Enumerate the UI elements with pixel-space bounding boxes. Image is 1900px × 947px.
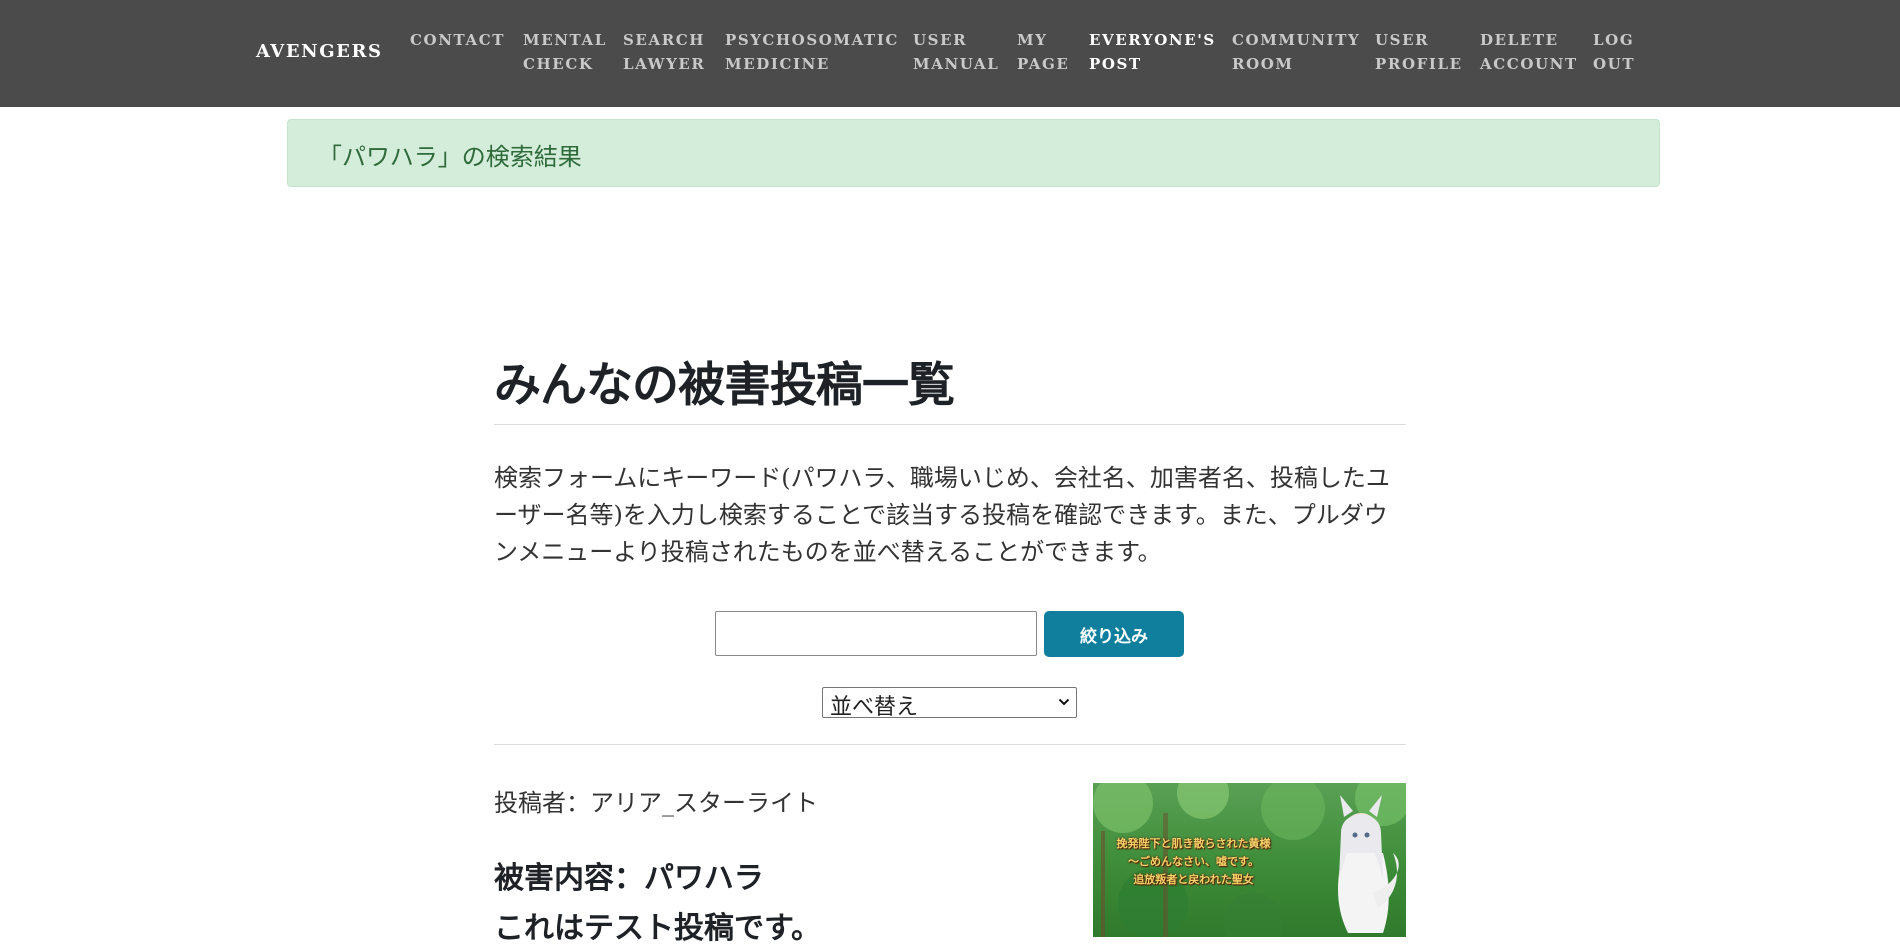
nav-item-label: LAWYER: [623, 55, 706, 73]
nav-item-label: PSYCHOSOMATIC: [725, 31, 899, 49]
post-author-name[interactable]: アリア_スターライト: [590, 789, 818, 817]
thumbnail-caption: 挽発陛下と肌き散らされた黄様 〜ごめんなさい、嘘です。 追放叛者と戻われた聖女: [1101, 835, 1286, 889]
sort-selected-value: 並べ替え: [830, 695, 919, 720]
nav-item-user-manual[interactable]: USER MANUAL: [913, 28, 999, 76]
nav-item-mental-check[interactable]: MENTAL CHECK: [523, 28, 607, 76]
post-thumbnail[interactable]: 挽発陛下と肌き散らされた黄様 〜ごめんなさい、嘘です。 追放叛者と戻われた聖女: [1093, 783, 1406, 937]
nav-item-delete-account[interactable]: DELETE ACCOUNT: [1480, 28, 1578, 76]
nav-item-label: PAGE: [1017, 55, 1070, 73]
search-result-text: 「パワハラ」の検索結果: [318, 143, 582, 171]
nav-item-label: CONTACT: [410, 31, 505, 49]
thumbnail-caption-line: 挽発陛下と肌き散らされた黄様: [1116, 837, 1271, 850]
brand-logo-link[interactable]: AVENGERS: [256, 41, 383, 62]
nav-item-label: MANUAL: [913, 55, 1000, 73]
nav-item-label: LOG: [1593, 31, 1635, 49]
nav-item-label: CHECK: [523, 55, 594, 73]
nav-item-label: USER: [913, 31, 968, 49]
nav-item-label: OUT: [1593, 55, 1636, 73]
post-damage-value: パワハラ: [644, 861, 764, 896]
nav-item-psychosomatic-medicine[interactable]: PSYCHOSOMATIC MEDICINE: [725, 28, 899, 76]
nav-item-label: EVERYONE'S: [1089, 31, 1216, 49]
nav-item-label: ROOM: [1232, 55, 1294, 73]
nav-item-label: MEDICINE: [725, 55, 830, 73]
nav-item-user-profile[interactable]: USER PROFILE: [1375, 28, 1463, 76]
thumbnail-caption-line: 〜ごめんなさい、嘘です。: [1128, 855, 1259, 868]
post-damage-label: 被害内容：: [494, 861, 644, 896]
nav-item-label: MENTAL: [523, 31, 607, 49]
nav-item-label: PROFILE: [1375, 55, 1463, 73]
nav-item-everyones-post[interactable]: EVERYONE'S POST: [1089, 28, 1216, 76]
post-damage-type: 被害内容：パワハラ: [494, 853, 764, 897]
nav-item-community-room[interactable]: COMMUNITY ROOM: [1232, 28, 1360, 76]
nav-item-label: ACCOUNT: [1480, 55, 1578, 73]
post-author-label: 投稿者：: [494, 789, 590, 817]
filter-button[interactable]: 絞り込み: [1044, 611, 1184, 657]
post-body: これはテスト投稿です。: [494, 911, 821, 946]
chevron-down-icon: [1058, 698, 1070, 706]
nav-item-contact[interactable]: CONTACT: [410, 28, 505, 52]
search-result-alert: 「パワハラ」の検索結果: [287, 119, 1660, 187]
nav-item-search-lawyer[interactable]: SEARCH LAWYER: [623, 28, 706, 76]
top-navbar: AVENGERS CONTACT MENTAL CHECK SEARCH LAW…: [0, 0, 1900, 107]
search-input[interactable]: [715, 611, 1037, 656]
page-description: 検索フォームにキーワード(パワハラ、職場いじめ、会社名、加害者名、投稿したユーザ…: [494, 464, 1390, 566]
nav-item-label: COMMUNITY: [1232, 31, 1361, 49]
page-title: みんなの被害投稿一覧: [494, 358, 955, 413]
nav-item-label: USER: [1375, 31, 1430, 49]
post-author: 投稿者：アリア_スターライト: [494, 783, 818, 818]
nav-item-label: SEARCH: [623, 31, 706, 49]
thumbnail-caption-line: 追放叛者と戻われた聖女: [1133, 873, 1254, 886]
sort-select[interactable]: 並べ替え: [822, 687, 1077, 720]
nav-item-log-out[interactable]: LOG OUT: [1593, 28, 1635, 76]
nav-item-label: MY: [1017, 31, 1048, 49]
list-divider: [494, 744, 1406, 745]
nav-item-label: DELETE: [1480, 31, 1559, 49]
nav-item-label: POST: [1089, 55, 1142, 73]
title-divider: [494, 424, 1406, 425]
nav-item-my-page[interactable]: MY PAGE: [1017, 28, 1069, 76]
